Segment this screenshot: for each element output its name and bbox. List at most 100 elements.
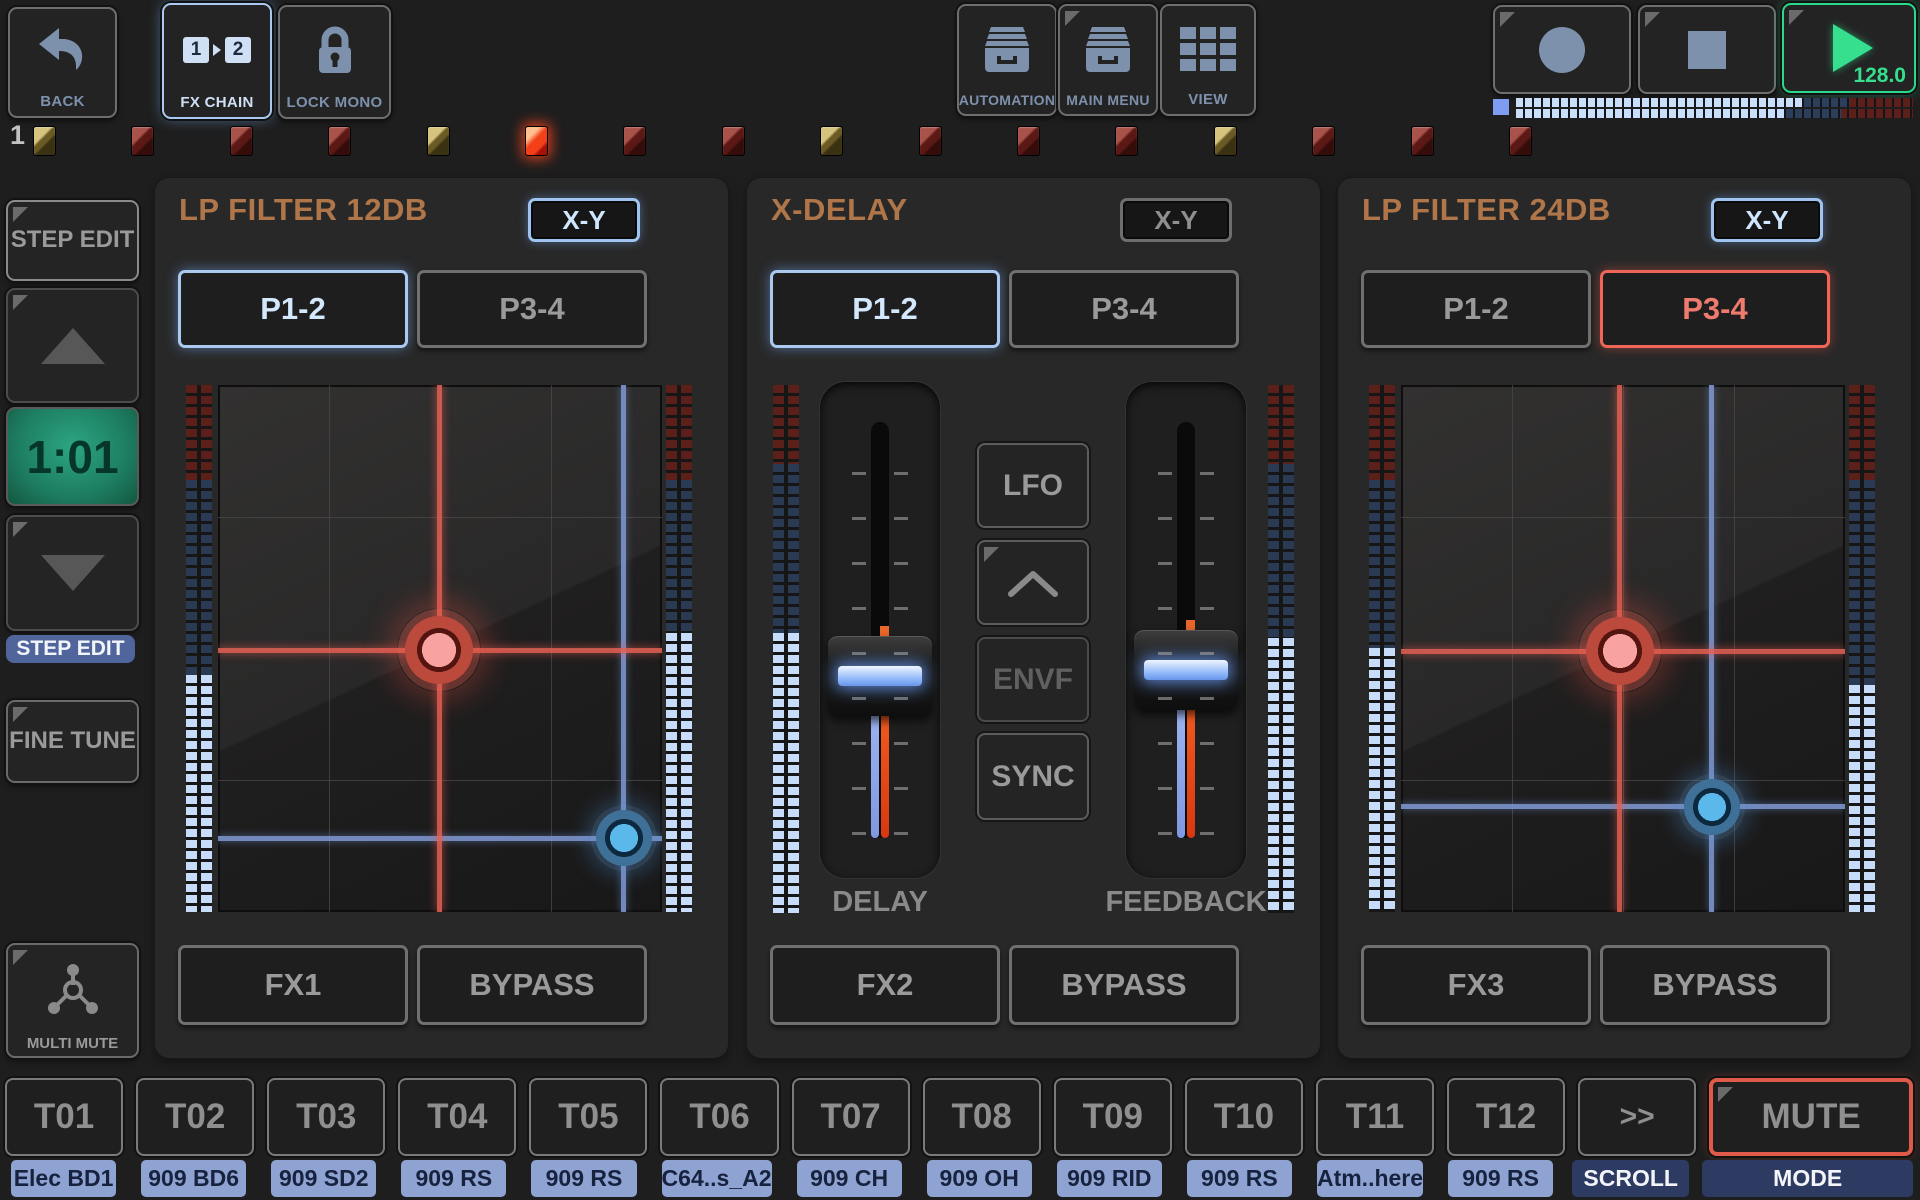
- record-button[interactable]: [1493, 5, 1631, 94]
- xy-cursor-blue[interactable]: [591, 805, 657, 871]
- mute-mode-button[interactable]: MUTE: [1709, 1078, 1913, 1156]
- main-menu-button[interactable]: MAIN MENU: [1058, 4, 1158, 116]
- step-indicator-13[interactable]: [1214, 126, 1237, 156]
- bypass-button[interactable]: BYPASS: [1009, 945, 1239, 1025]
- delay-value-meter: [773, 385, 799, 913]
- track-button-t08[interactable]: T08: [923, 1078, 1041, 1156]
- xy-cursor-red[interactable]: [397, 608, 481, 692]
- page-p3-4-button[interactable]: P3-4: [417, 270, 647, 348]
- step-indicator-4[interactable]: [328, 126, 351, 156]
- step-indicator-11[interactable]: [1017, 126, 1040, 156]
- xy-mode-button[interactable]: X-Y: [528, 198, 640, 242]
- slider-handle[interactable]: [1134, 630, 1238, 710]
- step-edit-button[interactable]: STEP EDIT: [6, 200, 139, 281]
- track-button-t03[interactable]: T03: [267, 1078, 385, 1156]
- delay-label: DELAY: [790, 886, 970, 919]
- fx3-button[interactable]: FX3: [1361, 945, 1591, 1025]
- track-name-t11: Atm..here: [1317, 1160, 1423, 1197]
- song-position-meter: [1493, 98, 1913, 120]
- xy-pad[interactable]: [1401, 385, 1845, 912]
- lfo-button[interactable]: LFO: [977, 443, 1089, 528]
- step-indicator-10[interactable]: [919, 126, 942, 156]
- track-scroll-button[interactable]: >>: [1578, 1078, 1696, 1156]
- step-down-button[interactable]: [6, 515, 139, 631]
- automation-corner-marker: [1789, 10, 1804, 25]
- track-name-t12: 909 RS: [1448, 1160, 1553, 1197]
- fx-panel-lp-filter-24db: LP FILTER 24DB X-Y P1-2 P3-4 FX3 BYPASS: [1338, 178, 1911, 1058]
- bypass-button[interactable]: BYPASS: [1600, 945, 1830, 1025]
- sync-button[interactable]: SYNC: [977, 733, 1089, 820]
- step-indicator-8[interactable]: [722, 126, 745, 156]
- track-name-t05: 909 RS: [531, 1160, 636, 1197]
- xy-cursor-red[interactable]: [1578, 609, 1662, 693]
- fx-chain-button[interactable]: 1 2 FX CHAIN: [162, 3, 272, 119]
- feedback-slider[interactable]: [1126, 382, 1246, 878]
- position-display: 1:01: [6, 407, 139, 506]
- track-button-t09[interactable]: T09: [1054, 1078, 1172, 1156]
- y-value-meter: [666, 385, 692, 912]
- xy-pad[interactable]: [218, 385, 662, 912]
- back-button[interactable]: BACK: [8, 7, 117, 118]
- track-button-t02[interactable]: T02: [136, 1078, 254, 1156]
- multi-mute-button[interactable]: MULTI MUTE: [6, 943, 139, 1058]
- automation-corner-marker: [13, 707, 28, 722]
- mode-label: MODE: [1702, 1160, 1913, 1197]
- step-indicator-3[interactable]: [230, 126, 253, 156]
- step-indicator-15[interactable]: [1411, 126, 1434, 156]
- step-indicator-7[interactable]: [623, 126, 646, 156]
- track-button-t11[interactable]: T11: [1316, 1078, 1434, 1156]
- step-indicator-12[interactable]: [1115, 126, 1138, 156]
- x-value-meter: [1369, 385, 1395, 912]
- lock-mono-label: LOCK MONO: [286, 94, 382, 117]
- fx1-button[interactable]: FX1: [178, 945, 408, 1025]
- xy-mode-button[interactable]: X-Y: [1120, 198, 1232, 242]
- step-indicator-1[interactable]: [33, 126, 56, 156]
- panel-title: X-DELAY: [771, 192, 908, 228]
- step-up-button[interactable]: [6, 288, 139, 403]
- step-indicator-5[interactable]: [427, 126, 450, 156]
- delay-slider[interactable]: [820, 382, 940, 878]
- back-arrow-icon: [10, 9, 115, 93]
- track-name-t09: 909 RID: [1057, 1160, 1162, 1197]
- fine-tune-button[interactable]: FINE TUNE: [6, 700, 139, 783]
- page-p1-2-button[interactable]: P1-2: [178, 270, 408, 348]
- xy-mode-button[interactable]: X-Y: [1711, 198, 1823, 242]
- step-indicator-2[interactable]: [131, 126, 154, 156]
- track-name-t08: 909 OH: [927, 1160, 1032, 1197]
- step-indicator-6[interactable]: [525, 126, 548, 156]
- track-button-t10[interactable]: T10: [1185, 1078, 1303, 1156]
- page-p1-2-button[interactable]: P1-2: [1361, 270, 1591, 348]
- track-button-t07[interactable]: T07: [792, 1078, 910, 1156]
- fx-chain-label: FX CHAIN: [180, 94, 253, 117]
- bypass-button[interactable]: BYPASS: [417, 945, 647, 1025]
- track-button-t06[interactable]: T06: [660, 1078, 778, 1156]
- step-indicator-14[interactable]: [1312, 126, 1335, 156]
- fx2-button[interactable]: FX2: [770, 945, 1000, 1025]
- automation-button[interactable]: AUTOMATION: [957, 4, 1057, 116]
- page-p3-4-button[interactable]: P3-4: [1009, 270, 1239, 348]
- stop-button[interactable]: [1638, 5, 1776, 94]
- track-button-t01[interactable]: T01: [5, 1078, 123, 1156]
- scroll-label: SCROLL: [1572, 1160, 1689, 1197]
- track-button-t05[interactable]: T05: [529, 1078, 647, 1156]
- slider-handle[interactable]: [828, 636, 932, 716]
- track-name-t01: Elec BD1: [11, 1160, 116, 1197]
- lock-mono-button[interactable]: LOCK MONO: [278, 5, 391, 119]
- play-button[interactable]: 128.0: [1782, 3, 1916, 93]
- page-p3-4-button[interactable]: P3-4: [1600, 270, 1830, 348]
- lock-icon: [280, 7, 389, 94]
- page-p1-2-button[interactable]: P1-2: [770, 270, 1000, 348]
- step-indicator-16[interactable]: [1509, 126, 1532, 156]
- x-value-meter: [186, 385, 212, 912]
- step-indicator-9[interactable]: [820, 126, 843, 156]
- multi-mute-icon: [42, 945, 104, 1035]
- envf-button[interactable]: ENVF: [977, 637, 1089, 722]
- view-button[interactable]: VIEW: [1160, 4, 1256, 116]
- track-name-t03: 909 SD2: [271, 1160, 376, 1197]
- automation-corner-marker: [13, 207, 28, 222]
- xy-cursor-blue[interactable]: [1679, 774, 1745, 840]
- track-button-t12[interactable]: T12: [1447, 1078, 1565, 1156]
- track-button-t04[interactable]: T04: [398, 1078, 516, 1156]
- lfo-shape-button[interactable]: [977, 540, 1089, 625]
- automation-corner-marker: [984, 547, 999, 562]
